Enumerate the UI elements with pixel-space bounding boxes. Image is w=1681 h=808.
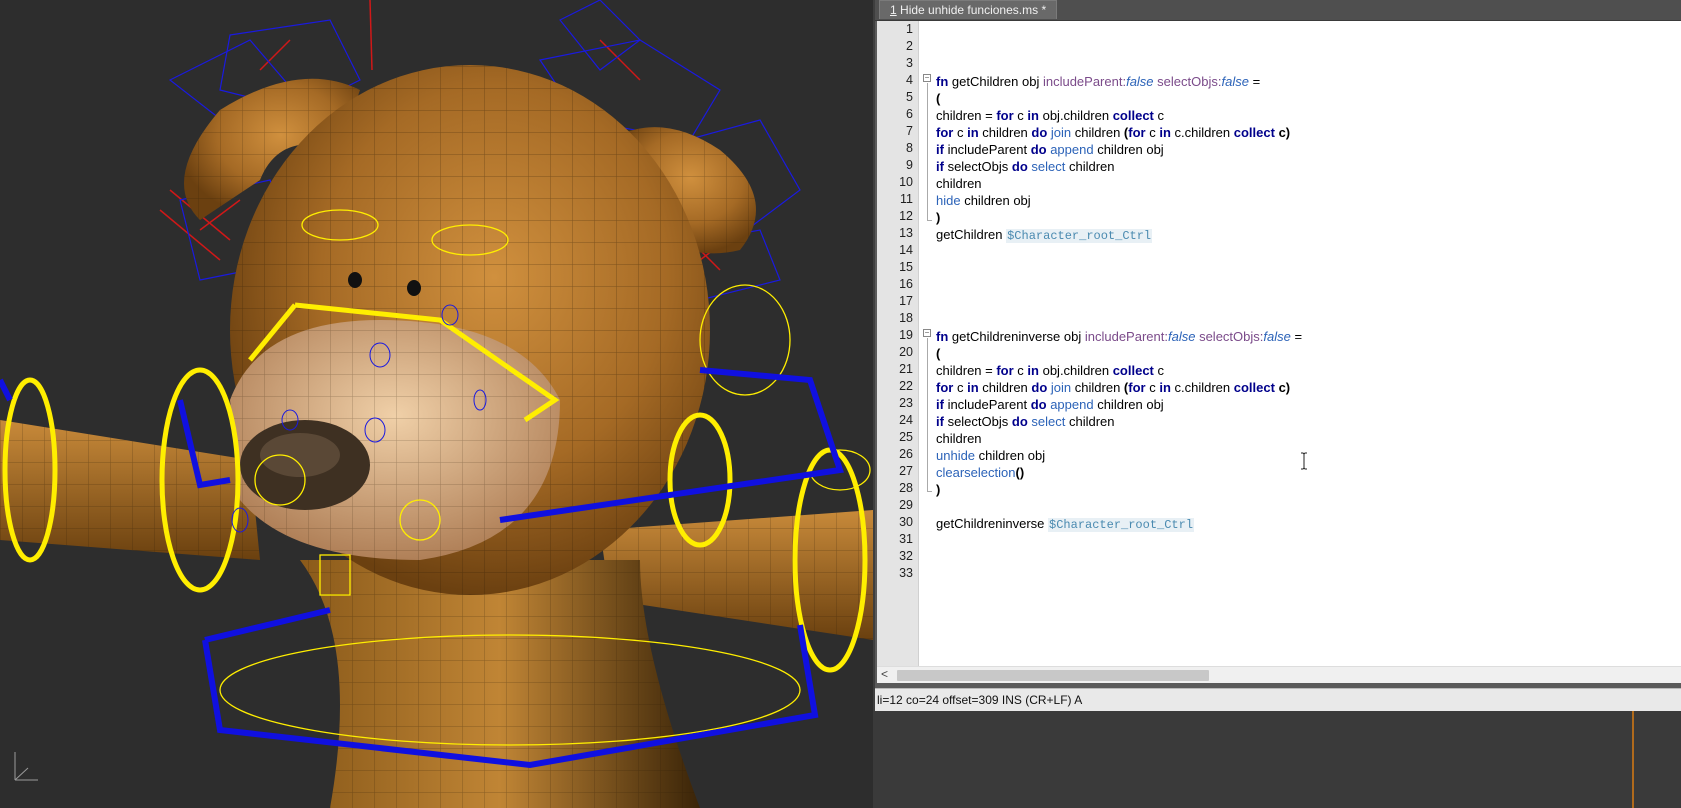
- line-number: 28: [899, 481, 913, 495]
- scroll-left-arrow-icon[interactable]: <: [881, 667, 893, 683]
- line-number: 30: [899, 515, 913, 529]
- tab-title: Hide unhide funciones.ms *: [896, 3, 1047, 17]
- code-line-3: fn getChildren obj includeParent:false s…: [936, 74, 1261, 89]
- line-number: 32: [899, 549, 913, 563]
- code-line-19: (: [936, 346, 941, 361]
- line-number: 20: [899, 345, 913, 359]
- code-line-24: children: [936, 431, 982, 446]
- code-line-4: (: [936, 91, 941, 106]
- tab-hide-unhide-funciones[interactable]: 1 Hide unhide funciones.ms *: [879, 0, 1058, 19]
- line-number: 11: [900, 192, 913, 206]
- fold-toggle-icon[interactable]: −: [923, 329, 931, 337]
- code-line-5: children = for c in obj.children collect…: [936, 108, 1165, 123]
- left-eye: [348, 272, 362, 288]
- line-number: 18: [899, 311, 913, 325]
- line-number: 26: [899, 447, 913, 461]
- code-line-20: children = for c in obj.children collect…: [936, 363, 1165, 378]
- line-number: 9: [906, 158, 913, 172]
- scrollbar-thumb[interactable]: [897, 670, 1209, 681]
- code-line-9: children: [936, 176, 982, 191]
- code-line-8: if selectObjs do select children: [936, 159, 1115, 174]
- text-cursor-icon: [1301, 452, 1307, 470]
- line-number: 2: [906, 39, 913, 53]
- right-eye: [407, 280, 421, 296]
- line-number: 8: [906, 141, 913, 155]
- code-area[interactable]: 1 2 3 4 5 6 7 8 9 10 11 12 13 14 15 16 17 18 19 20 21 22 23 24 2…: [877, 21, 1681, 666]
- code-line-22: if includeParent do append children obj: [936, 397, 1164, 412]
- dark-panel: [873, 711, 1681, 808]
- horizontal-scrollbar[interactable]: <: [877, 666, 1681, 683]
- code-line-11: ): [936, 210, 941, 225]
- code-line-6: for c in children do join children (for …: [936, 125, 1291, 140]
- code-line-21: for c in children do join children (for …: [936, 380, 1291, 395]
- line-number: 16: [899, 277, 913, 291]
- line-number: 22: [899, 379, 913, 393]
- tab-number: 1: [890, 3, 897, 17]
- code-line-27: ): [936, 482, 941, 497]
- code-line-10: hide children obj: [936, 193, 1031, 208]
- fold-margin: [919, 21, 931, 666]
- line-number: 23: [899, 396, 913, 410]
- code-line-25: unhide children obj: [936, 448, 1046, 463]
- panel-divider[interactable]: [1632, 711, 1634, 808]
- fold-toggle-icon[interactable]: −: [923, 74, 931, 82]
- line-number: 5: [906, 90, 913, 104]
- line-number: 25: [899, 430, 913, 444]
- code-line-12: getChildren $Character_root_Ctrl: [936, 227, 1153, 243]
- line-number: 31: [899, 532, 913, 546]
- line-number: 12: [899, 209, 913, 223]
- code-line-29: getChildreninverse $Character_root_Ctrl: [936, 516, 1195, 532]
- line-number: 29: [899, 498, 913, 512]
- line-number: 15: [899, 260, 913, 274]
- line-number: 21: [899, 362, 913, 376]
- line-number: 6: [906, 107, 913, 121]
- line-number: 4: [906, 73, 913, 87]
- line-number: 10: [899, 175, 913, 189]
- tab-bar: 1 Hide unhide funciones.ms *: [875, 0, 1681, 21]
- code-text[interactable]: fn getChildren obj includeParent:false s…: [936, 21, 1681, 666]
- viewport-3d[interactable]: [0, 0, 873, 808]
- scene-render: [0, 0, 873, 808]
- status-bar: li=12 co=24 offset=309 INS (CR+LF) A: [875, 688, 1681, 712]
- line-number: 33: [899, 566, 913, 580]
- code-line-18: fn getChildreninverse obj includeParent:…: [936, 329, 1303, 344]
- maxscript-editor: 1 Hide unhide funciones.ms * 1 2 3 4 5 6 7 8 9 10…: [873, 0, 1681, 712]
- line-number: 17: [899, 294, 913, 308]
- code-line-26: clearselection(): [936, 465, 1025, 480]
- line-number: 24: [899, 413, 913, 427]
- line-number-gutter: 1 2 3 4 5 6 7 8 9 10 11 12 13 14 15 16 17 18 19 20 21 22 23 24 2…: [877, 21, 919, 666]
- code-line-23: if selectObjs do select children: [936, 414, 1115, 429]
- code-line-7: if includeParent do append children obj: [936, 142, 1164, 157]
- line-number: 3: [906, 56, 913, 70]
- line-number: 7: [906, 124, 913, 138]
- line-number: 1: [906, 22, 913, 36]
- line-number: 14: [899, 243, 913, 257]
- line-number: 19: [899, 328, 913, 342]
- line-number: 27: [899, 464, 913, 478]
- line-number: 13: [899, 226, 913, 240]
